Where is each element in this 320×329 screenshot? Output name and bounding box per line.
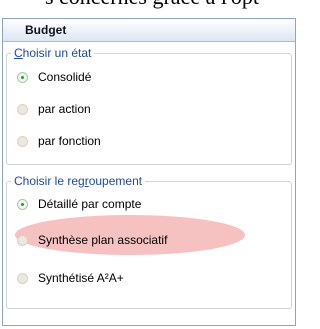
radio-label: par action	[38, 102, 91, 116]
panel-header: Budget	[3, 19, 295, 42]
radio-checked-icon[interactable]	[17, 71, 28, 83]
document-caption-fragment: s concernés grâce à l'opt	[0, 0, 304, 9]
radio-label: Synthèse plan associatif	[38, 233, 168, 247]
radio-consolide[interactable]: Consolidé	[17, 67, 91, 87]
radio-detaille-par-compte[interactable]: Détaillé par compte	[17, 194, 141, 214]
radio-unchecked-icon[interactable]	[17, 234, 28, 246]
radio-label: Consolidé	[38, 70, 92, 84]
radio-unchecked-icon[interactable]	[17, 272, 28, 284]
budget-panel: Budget Choisir un état Consolidé par act…	[2, 18, 296, 326]
radio-par-action[interactable]: par action	[17, 99, 91, 119]
radio-unchecked-icon[interactable]	[17, 103, 28, 115]
panel-title: Budget	[25, 23, 67, 37]
radio-label: Détaillé par compte	[38, 197, 142, 211]
radio-label: par fonction	[38, 134, 101, 148]
state-group: Choisir un état Consolidé par action par…	[6, 47, 292, 165]
radio-checked-icon[interactable]	[17, 198, 28, 210]
state-group-title: Choisir un état	[14, 46, 92, 60]
grouping-group: Choisir le regroupement Détaillé par com…	[6, 175, 292, 309]
radio-synthese-plan-associatif[interactable]: Synthèse plan associatif	[17, 230, 167, 250]
grouping-group-title: Choisir le regroupement	[14, 174, 143, 188]
radio-par-fonction[interactable]: par fonction	[17, 131, 101, 151]
radio-unchecked-icon[interactable]	[17, 135, 28, 147]
radio-synthetise-a2a[interactable]: Synthétisé A²A+	[17, 268, 124, 288]
radio-label: Synthétisé A²A+	[38, 271, 124, 285]
